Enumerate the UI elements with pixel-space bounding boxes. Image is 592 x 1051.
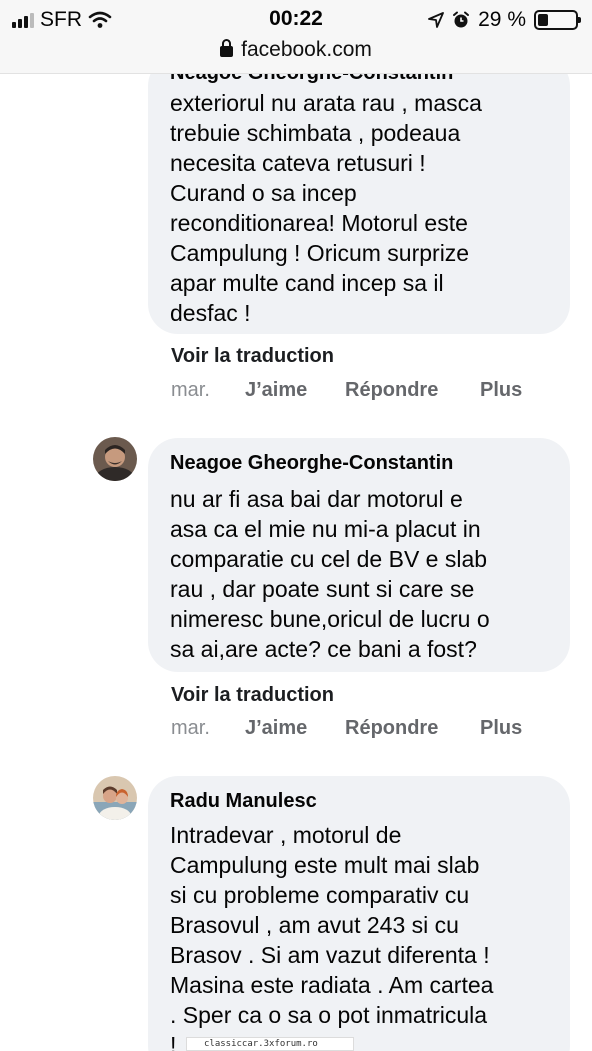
comment-text: Intradevar , motorul de Campulung este m…: [170, 822, 494, 1051]
comment-author[interactable]: Neagoe Gheorghe-Constantin: [170, 438, 548, 478]
status-bar: SFR 00:22 29 % facebook.com: [0, 0, 592, 74]
like-button[interactable]: J’aime: [245, 379, 345, 402]
location-arrow-icon: [428, 12, 445, 28]
lock-icon: [220, 39, 234, 57]
comment-text: exteriorul nu arata rau , masca trebuie …: [170, 90, 482, 326]
more-button[interactable]: Plus: [480, 717, 522, 740]
comment-time[interactable]: mar.: [171, 379, 245, 402]
alarm-icon: [453, 11, 470, 28]
comment-bubble: Radu Manulesc Intradevar , motorul de Ca…: [148, 776, 570, 1051]
comment-actions: mar. J’aime Répondre Plus: [171, 379, 522, 402]
comment-author[interactable]: Radu Manulesc: [170, 776, 548, 816]
translate-link[interactable]: Voir la traduction: [171, 684, 334, 707]
watermark-label: classiccar.3xforum.ro: [186, 1037, 354, 1051]
status-right: 29 %: [428, 8, 581, 32]
url-text: facebook.com: [241, 38, 372, 61]
reply-button[interactable]: Répondre: [345, 717, 480, 740]
comment-actions: mar. J’aime Répondre Plus: [171, 717, 522, 740]
comment-bubble: Neagoe Gheorghe-Constantin nu ar fi asa …: [148, 438, 570, 672]
battery-icon: [534, 10, 581, 30]
address-bar[interactable]: facebook.com: [0, 38, 592, 62]
like-button[interactable]: J’aime: [245, 717, 345, 740]
comment-time[interactable]: mar.: [171, 717, 245, 740]
translate-link[interactable]: Voir la traduction: [171, 345, 334, 368]
avatar[interactable]: [93, 437, 137, 481]
reply-button[interactable]: Répondre: [345, 379, 480, 402]
comment-bubble: Neagoe Gheorghe-Constantin exteriorul nu…: [148, 56, 570, 334]
battery-percent: 29 %: [478, 8, 526, 31]
comment-text: nu ar fi asa bai dar motorul e asa ca el…: [170, 486, 490, 662]
more-button[interactable]: Plus: [480, 379, 522, 402]
avatar[interactable]: [93, 776, 137, 820]
